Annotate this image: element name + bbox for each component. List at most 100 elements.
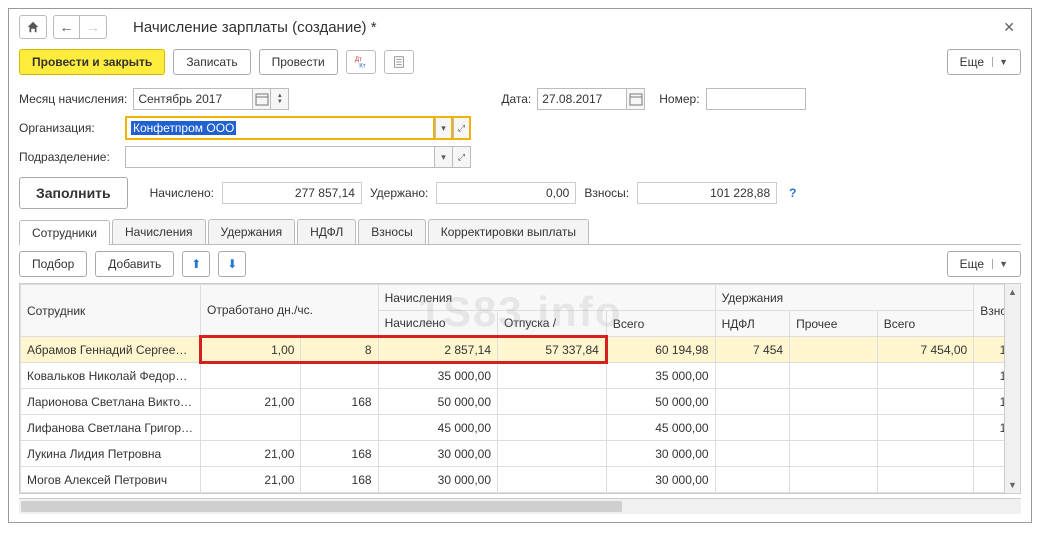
- tab-accruals[interactable]: Начисления: [112, 219, 206, 244]
- move-up-icon[interactable]: ⬆: [182, 251, 210, 277]
- col-vacation: Отпуска /: [498, 311, 607, 337]
- select-button[interactable]: Подбор: [19, 251, 87, 277]
- table-row[interactable]: Лифанова Светлана Григор…45 000,0045 000…: [21, 415, 1020, 441]
- calendar-icon[interactable]: [627, 88, 645, 110]
- horizontal-scrollbar[interactable]: [19, 498, 1021, 514]
- add-button[interactable]: Добавить: [95, 251, 174, 277]
- contrib-value: 101 228,88: [637, 182, 777, 204]
- table-cell: 168: [301, 389, 378, 415]
- save-button[interactable]: Записать: [173, 49, 250, 75]
- post-and-close-button[interactable]: Провести и закрыть: [19, 49, 165, 75]
- org-field[interactable]: Конфетпром ООО: [125, 116, 435, 140]
- accrued-value: 277 857,14: [222, 182, 362, 204]
- number-label: Номер:: [659, 92, 699, 106]
- accrued-label: Начислено:: [150, 186, 214, 200]
- table-cell: 30 000,00: [606, 441, 715, 467]
- employees-table: Сотрудник Отработано дн./чс. Начисления …: [20, 284, 1020, 493]
- table-cell: [715, 415, 789, 441]
- post-button[interactable]: Провести: [259, 49, 338, 75]
- table-cell: [715, 467, 789, 493]
- tab-corrections[interactable]: Корректировки выплаты: [428, 219, 589, 244]
- table-cell: 21,00: [201, 467, 301, 493]
- open-icon[interactable]: ⤢: [453, 116, 471, 140]
- table-cell: 30 000,00: [378, 441, 497, 467]
- fill-button[interactable]: Заполнить: [19, 177, 128, 209]
- table-cell: [790, 337, 878, 363]
- tab-bar: Сотрудники Начисления Удержания НДФЛ Взн…: [19, 219, 1021, 245]
- table-cell: [498, 467, 607, 493]
- date-field[interactable]: 27.08.2017: [537, 88, 627, 110]
- back-icon[interactable]: ←: [54, 16, 80, 38]
- table-cell: 45 000,00: [378, 415, 497, 441]
- tab-contributions[interactable]: Взносы: [358, 219, 425, 244]
- dept-label: Подразделение:: [19, 150, 119, 164]
- home-icon[interactable]: [19, 15, 47, 39]
- table-cell: [877, 467, 973, 493]
- table-cell: [790, 363, 878, 389]
- attachment-icon[interactable]: [384, 50, 414, 74]
- table-cell: [877, 415, 973, 441]
- table-cell: 57 337,84: [498, 337, 607, 363]
- forward-icon[interactable]: →: [80, 16, 106, 38]
- table-row[interactable]: Лукина Лидия Петровна21,0016830 000,0030…: [21, 441, 1020, 467]
- svg-text:Кт: Кт: [359, 62, 366, 69]
- table-row[interactable]: Ковальков Николай Федор…35 000,0035 000,…: [21, 363, 1020, 389]
- date-label: Дата:: [501, 92, 531, 106]
- dropdown-icon[interactable]: ▾: [435, 116, 453, 140]
- table-cell: [790, 389, 878, 415]
- col-accruals: Начисления: [378, 285, 715, 311]
- number-field[interactable]: [706, 88, 806, 110]
- table-cell: [715, 441, 789, 467]
- dropdown-icon[interactable]: ▾: [435, 146, 453, 168]
- col-accr-total: Всего: [606, 311, 715, 337]
- move-down-icon[interactable]: ⬇: [218, 251, 246, 277]
- open-icon[interactable]: ⤢: [453, 146, 471, 168]
- contrib-label: Взносы:: [584, 186, 629, 200]
- table-cell: 21,00: [201, 389, 301, 415]
- table-cell: [877, 441, 973, 467]
- table-cell: [201, 415, 301, 441]
- table-cell: [498, 441, 607, 467]
- org-label: Организация:: [19, 121, 119, 135]
- spinner-icon[interactable]: ▲▼: [271, 88, 289, 110]
- table-cell: 8: [301, 337, 378, 363]
- close-icon[interactable]: ✕: [997, 19, 1021, 36]
- table-cell: 2 857,14: [378, 337, 497, 363]
- table-cell: 1,00: [201, 337, 301, 363]
- tab-ndfl[interactable]: НДФЛ: [297, 219, 356, 244]
- calendar-icon[interactable]: [253, 88, 271, 110]
- table-cell: Лифанова Светлана Григор…: [21, 415, 201, 441]
- table-cell: [201, 363, 301, 389]
- more-button[interactable]: Еще▼: [947, 49, 1021, 75]
- col-employee: Сотрудник: [21, 285, 201, 337]
- table-cell: Абрамов Геннадий Сергее…: [21, 337, 201, 363]
- table-cell: [715, 363, 789, 389]
- table-cell: 30 000,00: [378, 467, 497, 493]
- vertical-scrollbar[interactable]: ▲ ▼: [1004, 284, 1020, 493]
- col-accrued: Начислено: [378, 311, 497, 337]
- table-cell: 21,00: [201, 441, 301, 467]
- table-cell: [790, 415, 878, 441]
- tab-employees[interactable]: Сотрудники: [19, 220, 110, 245]
- table-cell: 7 454: [715, 337, 789, 363]
- table-row[interactable]: Могов Алексей Петрович21,0016830 000,003…: [21, 467, 1020, 493]
- table-cell: [498, 415, 607, 441]
- table-cell: 35 000,00: [606, 363, 715, 389]
- table-cell: [877, 363, 973, 389]
- more-button[interactable]: Еще▼: [947, 251, 1021, 277]
- table-row[interactable]: Абрамов Геннадий Сергее…1,0082 857,1457 …: [21, 337, 1020, 363]
- col-other: Прочее: [790, 311, 878, 337]
- tab-withholdings[interactable]: Удержания: [208, 219, 296, 244]
- month-field[interactable]: Сентябрь 2017: [133, 88, 253, 110]
- table-cell: 50 000,00: [378, 389, 497, 415]
- dept-field[interactable]: [125, 146, 435, 168]
- table-row[interactable]: Ларионова Светлана Викто…21,0016850 000,…: [21, 389, 1020, 415]
- col-with-total: Всего: [877, 311, 973, 337]
- month-label: Месяц начисления:: [19, 92, 127, 106]
- table-cell: Ларионова Светлана Викто…: [21, 389, 201, 415]
- debit-credit-icon[interactable]: ДтКт: [346, 50, 376, 74]
- table-cell: Могов Алексей Петрович: [21, 467, 201, 493]
- table-cell: [301, 415, 378, 441]
- table-cell: Лукина Лидия Петровна: [21, 441, 201, 467]
- help-icon[interactable]: ?: [789, 186, 796, 200]
